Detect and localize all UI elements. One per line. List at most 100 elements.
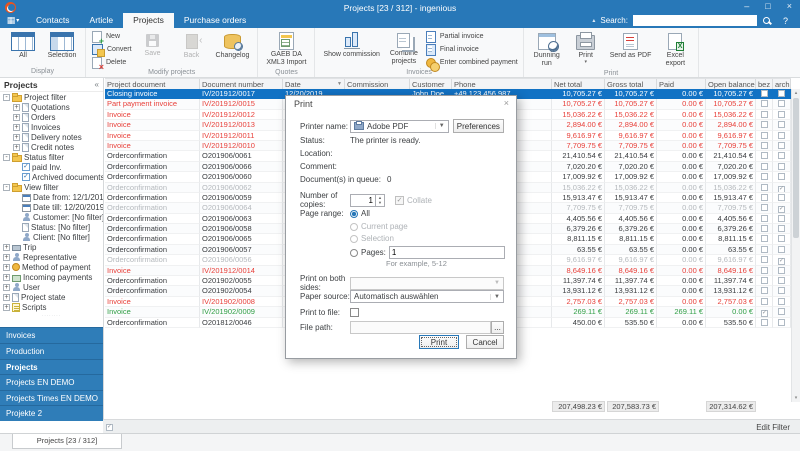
expand-icon[interactable]: + (3, 253, 10, 261)
copies-input[interactable] (350, 193, 376, 207)
show-commission-button[interactable]: Show commission (320, 30, 382, 60)
scroll-up-icon[interactable]: ▴ (792, 89, 800, 97)
arch-checkbox[interactable] (778, 100, 785, 108)
column-header-commission[interactable]: Commission (345, 79, 410, 89)
bez-checkbox[interactable] (761, 235, 768, 243)
bez-checkbox[interactable] (761, 90, 768, 97)
column-header-document-number[interactable]: Document number (200, 79, 283, 89)
arch-checkbox[interactable] (778, 152, 785, 160)
minimize-button[interactable]: – (744, 1, 749, 11)
print-button[interactable]: Print (419, 335, 459, 349)
expand-icon[interactable]: + (13, 123, 20, 131)
convert-button[interactable]: Convert (91, 44, 132, 57)
arch-checkbox[interactable] (778, 235, 785, 243)
tree-item-scripts[interactable]: + Scripts (0, 302, 103, 312)
arch-checkbox[interactable] (778, 214, 785, 222)
column-header-project-document[interactable]: Project document (105, 79, 200, 89)
arch-checkbox[interactable] (778, 162, 785, 170)
enter-combined-payment-button[interactable]: Enter combined payment (425, 57, 518, 72)
tree-item-customer[interactable]: Customer: [No filter] (0, 212, 103, 222)
selection-button[interactable]: Selection (44, 30, 80, 61)
tree-item-delivery-notes[interactable]: + Delivery notes (0, 132, 103, 142)
bez-checkbox[interactable] (761, 152, 768, 160)
collapse-icon[interactable]: - (3, 93, 10, 101)
dialog-close-icon[interactable]: × (504, 98, 509, 108)
arch-checkbox[interactable] (778, 277, 785, 285)
arch-checkbox[interactable] (778, 206, 785, 213)
nav-button-projekte-2[interactable]: Projekte 2 (0, 405, 103, 421)
sidebar-collapse-icon[interactable]: « (95, 80, 99, 89)
arch-checkbox[interactable] (778, 141, 785, 149)
dunning-run-button[interactable]: Dunning run (529, 30, 565, 69)
both-sides-select[interactable]: ▼ (350, 276, 504, 290)
column-header-arch[interactable]: arch (773, 79, 791, 89)
arch-checkbox[interactable] (778, 110, 785, 118)
new-button[interactable]: New (91, 30, 132, 46)
vertical-scrollbar[interactable]: ▴ ▾ (791, 89, 800, 402)
printer-select[interactable]: Adobe PDF ▼ (350, 119, 449, 133)
collapse-ribbon-icon[interactable]: ▴ (592, 17, 595, 24)
cancel-button[interactable]: Cancel (466, 335, 504, 349)
bez-checkbox[interactable] (761, 266, 768, 274)
range-all-radio[interactable] (350, 209, 358, 218)
tree-item-incoming-payments[interactable]: + Incoming payments (0, 272, 103, 282)
bez-checkbox[interactable] (761, 110, 768, 118)
bez-checkbox[interactable] (761, 225, 768, 233)
excel-export-button[interactable]: Excelexport (657, 30, 693, 69)
expand-icon[interactable]: + (13, 103, 20, 111)
bez-checkbox[interactable] (761, 121, 768, 129)
close-button[interactable]: × (787, 1, 792, 11)
all-button[interactable]: All (5, 30, 41, 61)
edit-filter-button[interactable]: Edit Filter (756, 423, 800, 432)
tree-item-view-filter[interactable]: - View filter (0, 182, 103, 192)
bez-checkbox[interactable] (761, 256, 768, 264)
bez-checkbox[interactable] (761, 162, 768, 170)
gaeb-da-xml3-import-button[interactable]: GAEB DA XML3 Import (263, 30, 309, 68)
tree-item-orders[interactable]: + Orders (0, 112, 103, 122)
help-button[interactable]: ? (777, 16, 794, 26)
bez-checkbox[interactable] (761, 318, 768, 326)
arch-checkbox[interactable] (778, 185, 785, 192)
bez-checkbox[interactable] (761, 193, 768, 201)
browse-button[interactable]: ... (491, 321, 504, 334)
column-header-gross-total[interactable]: Gross total (605, 79, 657, 89)
collapse-icon[interactable]: - (3, 183, 10, 191)
pages-input[interactable] (388, 246, 505, 259)
collapse-icon[interactable]: - (3, 153, 10, 161)
tree-item-date-till[interactable]: Date till: 12/20/2019 (0, 202, 103, 212)
bez-checkbox[interactable] (761, 204, 768, 212)
expand-icon[interactable]: + (3, 263, 10, 271)
bez-checkbox[interactable] (761, 131, 768, 139)
tree-item-credit-notes[interactable]: + Credit notes (0, 142, 103, 152)
print-to-file-checkbox[interactable] (350, 308, 359, 317)
arch-checkbox[interactable] (778, 287, 785, 295)
send-as-pdf-button[interactable]: Send as PDF (607, 30, 655, 61)
scroll-down-icon[interactable]: ▾ (792, 394, 800, 402)
maximize-button[interactable]: □ (765, 1, 770, 11)
paper-source-select[interactable]: Automatisch auswählen ▼ (350, 290, 504, 303)
expand-icon[interactable]: + (3, 243, 10, 251)
tab-projects[interactable]: Projects (123, 13, 174, 28)
range-selection-radio[interactable] (350, 234, 358, 243)
expand-icon[interactable]: + (3, 273, 10, 281)
arch-checkbox[interactable] (778, 266, 785, 274)
bez-checkbox[interactable] (761, 277, 768, 285)
bez-checkbox[interactable] (761, 183, 768, 191)
column-header-date[interactable]: Date ▼ (283, 79, 345, 89)
preferences-button[interactable]: Preferences (452, 119, 504, 133)
copies-spinner[interactable]: ▲ ▼ (376, 193, 385, 207)
arch-checkbox[interactable] (778, 245, 785, 253)
bez-checkbox[interactable] (761, 297, 768, 305)
expand-icon[interactable]: + (3, 293, 10, 301)
collate-checkbox[interactable] (395, 195, 404, 205)
back-button[interactable]: Back (174, 30, 210, 61)
tree-item-status[interactable]: Status: [No filter] (0, 222, 103, 232)
app-menu-button[interactable]: ▦ ▾ (0, 13, 26, 28)
tab-contacts[interactable]: Contacts (26, 13, 80, 28)
column-header-open-balance[interactable]: Open balance (706, 79, 756, 89)
sidebar-splitter[interactable]: ∙∙∙∙∙∙∙∙ (0, 312, 103, 320)
bez-checkbox[interactable] (761, 287, 768, 295)
tree-item-client[interactable]: Client: [No filter] (0, 232, 103, 242)
tree-item-status-filter[interactable]: - Status filter (0, 152, 103, 162)
bez-checkbox[interactable] (761, 100, 768, 108)
